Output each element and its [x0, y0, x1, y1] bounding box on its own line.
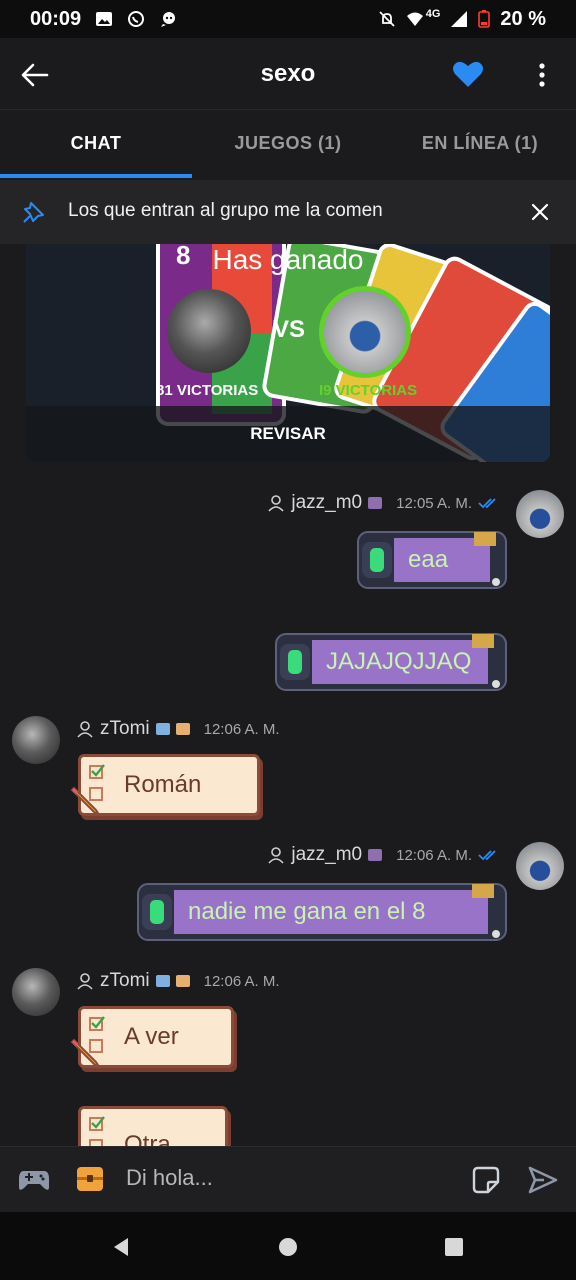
- nav-home-icon[interactable]: [277, 1236, 299, 1258]
- avatar[interactable]: [516, 490, 564, 538]
- message-time: 12:06 A. M.: [203, 972, 280, 990]
- player-a-wins: 81 VICTORIAS: [156, 382, 259, 399]
- message-input[interactable]: Di hola...: [126, 1165, 213, 1191]
- sender-name[interactable]: jazz_m0: [291, 492, 362, 514]
- flag-badge-icon: [155, 975, 170, 987]
- tab-bar: CHAT JUEGOS (1) EN LÍNEA (1): [0, 110, 576, 178]
- review-button[interactable]: REVISAR: [26, 406, 550, 462]
- message-header: zTomi 12:06 A. M.: [76, 970, 280, 992]
- message-bubble[interactable]: Román: [68, 754, 264, 817]
- system-nav-bar: [0, 1212, 576, 1280]
- user-icon: [268, 495, 284, 512]
- back-arrow-icon[interactable]: [20, 60, 50, 90]
- top-bar: sexo: [0, 38, 576, 110]
- sender-name[interactable]: jazz_m0: [291, 844, 362, 866]
- pencil-icon: [70, 1038, 101, 1069]
- more-options-icon[interactable]: [538, 62, 546, 88]
- message-text: JAJAJQJJAQ: [326, 648, 472, 675]
- mute-icon: [379, 11, 395, 27]
- message-time: 12:05 A. M.: [396, 494, 472, 512]
- message-bubble[interactable]: nadie me gana en el 8: [136, 880, 508, 944]
- gallery-icon: [96, 12, 113, 26]
- active-tab-indicator: [0, 174, 192, 178]
- user-icon: [77, 973, 93, 990]
- tab-games[interactable]: JUEGOS (1): [192, 110, 384, 178]
- battery-level: 20 %: [500, 7, 546, 30]
- signal-icon: [451, 11, 468, 27]
- chat-app-icon: [161, 12, 176, 27]
- message-time: 12:06 A. M.: [396, 846, 472, 864]
- heart-icon[interactable]: [452, 59, 484, 89]
- message-bubble[interactable]: A ver: [68, 1006, 238, 1069]
- message-composer: Di hola...: [0, 1146, 576, 1212]
- wifi-icon: [406, 12, 423, 26]
- pin-icon: [23, 202, 44, 223]
- user-badge-icon: [368, 497, 383, 509]
- nav-recents-icon[interactable]: [443, 1236, 465, 1258]
- note-badge-icon: [175, 723, 190, 735]
- read-checks-icon: [478, 850, 496, 861]
- network-type: 4G: [425, 8, 441, 20]
- message-header: zTomi 12:06 A. M.: [76, 718, 280, 740]
- send-icon[interactable]: [528, 1165, 558, 1195]
- status-bar: 00:09 4G 20 %: [0, 0, 576, 38]
- message-text: Román: [124, 771, 202, 798]
- pencil-icon: [70, 786, 101, 817]
- sender-name[interactable]: zTomi: [100, 970, 150, 992]
- user-badge-icon: [368, 849, 383, 861]
- read-checks-icon: [478, 498, 496, 509]
- note-badge-icon: [175, 975, 190, 987]
- game-result-card[interactable]: 8 Has ganado VS 81 VICTORIAS I9 VICTORIA…: [26, 244, 550, 462]
- chat-title: sexo: [260, 59, 316, 87]
- checklist-icon: [89, 1116, 105, 1146]
- message-bubble[interactable]: JAJAJQJJAQ: [274, 630, 508, 694]
- message-text: Otra: [124, 1131, 171, 1146]
- avatar[interactable]: [12, 968, 60, 1016]
- status-time: 00:09: [30, 7, 82, 30]
- versus-label: VS: [273, 316, 306, 343]
- tab-chat[interactable]: CHAT: [0, 110, 192, 178]
- player-b-avatar: [319, 286, 411, 378]
- treasure-chest-icon[interactable]: [76, 1165, 104, 1193]
- message-bubble[interactable]: eaa: [356, 528, 508, 592]
- player-a-avatar: [167, 289, 251, 373]
- message-bubble[interactable]: Otra: [68, 1106, 232, 1146]
- sender-name[interactable]: zTomi: [100, 718, 150, 740]
- chat-area[interactable]: 8 Has ganado VS 81 VICTORIAS I9 VICTORIA…: [0, 244, 576, 1146]
- gamepad-icon[interactable]: [18, 1167, 50, 1193]
- player-b-wins: I9 VICTORIAS: [319, 382, 418, 399]
- message-time: 12:06 A. M.: [203, 720, 280, 738]
- tab-online[interactable]: EN LÍNEA (1): [384, 110, 576, 178]
- avatar[interactable]: [516, 842, 564, 890]
- message-text: eaa: [408, 546, 449, 573]
- message-header: jazz_m0 12:06 A. M.: [267, 844, 500, 866]
- avatar[interactable]: [12, 716, 60, 764]
- message-text: A ver: [124, 1023, 179, 1050]
- nav-back-icon[interactable]: [110, 1236, 132, 1258]
- close-icon[interactable]: [530, 202, 550, 222]
- whatsapp-icon: [128, 11, 145, 27]
- pinned-text: Los que entran al grupo me la comen: [68, 200, 383, 221]
- sticker-icon[interactable]: [472, 1166, 500, 1194]
- pinned-message[interactable]: Los que entran al grupo me la comen: [0, 180, 576, 244]
- user-icon: [268, 847, 284, 864]
- message-header: jazz_m0 12:05 A. M.: [267, 492, 500, 514]
- flag-badge-icon: [155, 723, 170, 735]
- game-heading: Has ganado: [212, 244, 364, 275]
- battery-icon: [478, 10, 491, 28]
- message-text: nadie me gana en el 8: [188, 898, 426, 925]
- user-icon: [77, 721, 93, 738]
